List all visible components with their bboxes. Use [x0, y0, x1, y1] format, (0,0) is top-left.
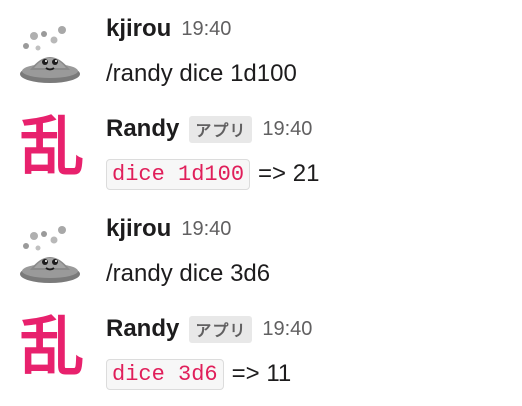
message-body: dice 3d6 => 11 — [106, 356, 291, 392]
message-body: dice 1d100 => 21 — [106, 156, 319, 192]
timestamp[interactable]: 19:40 — [262, 318, 312, 341]
username[interactable]: Randy — [106, 115, 179, 143]
message-item: 乱 Randy アプリ 19:40 dice 1d100 => 21 — [0, 100, 522, 196]
app-avatar[interactable]: 乱 — [16, 100, 88, 196]
username[interactable]: kjirou — [106, 215, 171, 243]
app-avatar[interactable]: 乱 — [16, 300, 88, 396]
timestamp[interactable]: 19:40 — [181, 18, 231, 41]
message-header: Randy アプリ 19:40 — [106, 312, 312, 346]
message-item: 乱 Randy アプリ 19:40 dice 3d6 => 11 — [0, 300, 522, 396]
message-header: Randy アプリ 19:40 — [106, 112, 312, 146]
dice-result: => 21 — [258, 160, 320, 187]
message-item: kjirou 19:40 /randy dice 1d100 — [0, 0, 522, 96]
message-text: /randy dice 3d6 — [106, 260, 271, 287]
message-item: kjirou 19:40 /randy dice 3d6 — [0, 200, 522, 296]
message-text: /randy dice 1d100 — [106, 60, 297, 87]
flying-saucer-icon[interactable] — [16, 22, 84, 90]
timestamp[interactable]: 19:40 — [181, 218, 231, 241]
username[interactable]: Randy — [106, 315, 179, 343]
message-header: kjirou 19:40 — [106, 12, 231, 46]
flying-saucer-icon[interactable] — [16, 222, 84, 290]
message-header: kjirou 19:40 — [106, 212, 231, 246]
inline-code: dice 1d100 — [106, 158, 251, 190]
app-badge: アプリ — [189, 315, 253, 343]
dice-result: => 11 — [231, 360, 292, 387]
app-badge: アプリ — [189, 115, 253, 143]
inline-code: dice 3d6 — [106, 358, 224, 390]
message-feed: kjirou 19:40 /randy dice 1d100 乱 Randy ア… — [0, 0, 522, 406]
username[interactable]: kjirou — [106, 15, 171, 43]
timestamp[interactable]: 19:40 — [262, 118, 312, 141]
